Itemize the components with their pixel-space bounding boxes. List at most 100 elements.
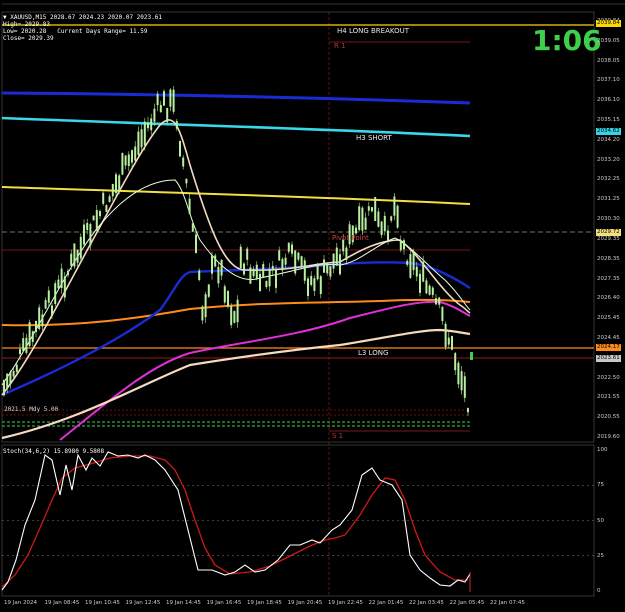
candle <box>307 278 309 296</box>
candle <box>105 205 108 212</box>
candle <box>326 263 329 274</box>
candle <box>339 254 341 275</box>
candle <box>383 215 386 232</box>
candle <box>19 349 21 355</box>
candle <box>447 337 450 345</box>
time-axis-tick: 19 Jan 2024 <box>4 600 37 606</box>
candle <box>428 285 431 295</box>
candle <box>25 337 28 353</box>
candle <box>121 153 124 175</box>
candle <box>281 259 284 271</box>
candle <box>329 266 332 277</box>
candle <box>243 263 245 275</box>
price-axis-tick: 2030.30 <box>597 216 620 223</box>
time-axis-tick: 22 Jan 01:45 <box>368 600 404 606</box>
price-axis-tick: 2029.35 <box>597 235 620 242</box>
candle <box>239 246 242 268</box>
time-axis-tick: 22 Jan 07:45 <box>490 600 525 606</box>
candle <box>233 311 236 323</box>
price-axis-tick: 2021.55 <box>597 394 620 401</box>
candle <box>374 196 377 221</box>
candle <box>124 155 127 166</box>
price-axis-tick: 2025.45 <box>597 315 620 322</box>
pivot-point-label: Pivot Point <box>332 234 369 242</box>
candle <box>92 215 95 221</box>
candle <box>265 281 268 288</box>
candle <box>278 250 281 261</box>
left-info-label: 2021.5 Mdy 5.00 <box>4 406 59 413</box>
close-label: Close= 2029.39 <box>3 35 54 42</box>
candle <box>188 198 191 214</box>
ma-cyan-long <box>1 116 471 138</box>
stochastic-axis-tick: 0 <box>597 588 601 594</box>
time-axis-tick: 19 Jan 08:45 <box>44 600 80 606</box>
candle <box>137 131 140 155</box>
candle <box>217 266 220 284</box>
candle <box>451 336 453 350</box>
candle <box>134 146 137 161</box>
candle <box>195 234 197 254</box>
candle <box>220 259 223 276</box>
ma-yellow <box>1 186 471 205</box>
candle <box>467 408 469 413</box>
price-marker-box: 2039.84 <box>596 20 621 27</box>
price-axis-tick: 2033.20 <box>597 156 620 163</box>
candle <box>95 210 98 231</box>
time-axis-tick: 19 Jan 10:45 <box>85 600 120 606</box>
price-axis-tick: 2038.05 <box>597 57 620 64</box>
candle <box>207 284 210 297</box>
low-range-label: Low= 2020.28 Current Days Range= 11.59 <box>3 28 148 35</box>
candle <box>364 217 367 230</box>
candle <box>355 227 357 234</box>
candle <box>403 240 405 250</box>
price-axis-tick: 2039.05 <box>597 37 620 44</box>
h4-long-breakout-label: H4 LONG BREAKOUT <box>337 27 409 35</box>
candle <box>150 118 153 131</box>
candle <box>166 107 169 123</box>
candle <box>140 129 143 148</box>
candle <box>73 243 76 267</box>
price-axis-tick: 2027.35 <box>597 275 620 282</box>
price-marker-box: 2034.62 <box>596 128 621 135</box>
candle <box>275 268 277 288</box>
price-chart-canvas[interactable] <box>0 0 625 612</box>
candle <box>131 150 133 163</box>
candle <box>396 205 399 228</box>
candle <box>115 174 117 194</box>
candle <box>86 222 89 231</box>
time-axis-tick: 19 Jan 22:45 <box>328 600 363 606</box>
chart-window[interactable]: ▼ XAUUSD,M15 2028.67 2024.23 2020.07 202… <box>0 0 625 612</box>
candle <box>102 192 105 204</box>
symbol-label: ▼ XAUUSD,M15 2028.67 2024.23 2020.07 202… <box>3 14 162 21</box>
price-axis-tick: 2022.50 <box>597 374 620 381</box>
candle <box>399 240 402 251</box>
candle <box>435 298 437 305</box>
stochastic-signal-line <box>1 455 468 588</box>
candle <box>412 252 415 271</box>
candle <box>284 257 287 265</box>
candle <box>22 338 25 352</box>
stochastic-label: Stoch(34,6,2) 15.8980 9.5808 <box>3 448 105 455</box>
price-axis-tick: 2019.60 <box>597 434 620 440</box>
time-axis-tick: 19 Jan 16:45 <box>206 600 242 606</box>
candle <box>28 322 31 346</box>
candle <box>268 268 271 287</box>
price-marker-box: 2024.17 <box>596 344 621 351</box>
stochastic-axis-tick: 25 <box>597 552 604 559</box>
candle <box>457 362 460 385</box>
candle <box>76 249 79 263</box>
candle <box>127 154 130 166</box>
candle <box>252 268 255 277</box>
candle <box>230 306 233 326</box>
candle <box>15 364 18 372</box>
s1-label: S 1 <box>332 432 344 440</box>
candle <box>175 121 178 129</box>
price-axis-tick: 2034.20 <box>597 136 620 143</box>
candle <box>51 305 53 317</box>
candle <box>6 373 9 388</box>
candle <box>390 216 393 221</box>
candle <box>358 206 361 230</box>
candle <box>387 230 389 241</box>
l3-long-label: L3 LONG <box>358 349 389 357</box>
time-axis-tick: 19 Jan 12:45 <box>125 600 161 606</box>
